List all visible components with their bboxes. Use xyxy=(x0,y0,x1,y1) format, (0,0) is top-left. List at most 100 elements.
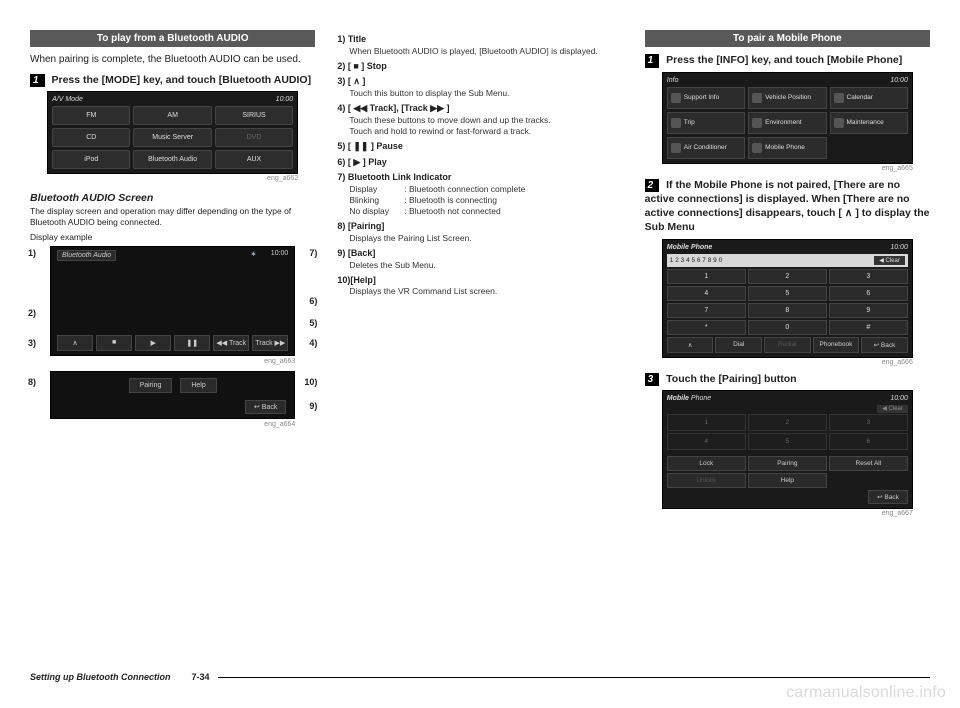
callout: 8) xyxy=(28,377,36,387)
keypad-key: # xyxy=(829,320,908,335)
phone-slot: 3 xyxy=(829,414,908,431)
info-button: Vehicle Position xyxy=(748,87,826,109)
callout: 3) xyxy=(28,338,36,348)
player-control: ◀◀ Track xyxy=(213,335,249,351)
keypad-key: 1 xyxy=(667,269,746,284)
mode-button: Bluetooth Audio xyxy=(133,150,211,169)
mode-button: CD xyxy=(52,128,130,147)
phone-action: Reset All xyxy=(829,456,908,471)
list-term: 2) [ ■ ] Stop xyxy=(337,61,622,73)
step-3: 3 Touch the [Pairing] button xyxy=(645,372,930,387)
list-pair: No display: Bluetooth not connected xyxy=(349,206,622,217)
list-term: 3) [ ∧ ] xyxy=(337,76,622,88)
callout: 4) xyxy=(309,338,317,348)
screen-title: Mobile Phone xyxy=(667,395,711,402)
step-text: Press the [INFO] key, and touch [Mobile … xyxy=(666,54,902,66)
step-number-badge: 2 xyxy=(645,179,660,193)
player-figure-2: 8) 10) 9) Pairing Help ↩ Back xyxy=(30,371,315,419)
subheading-desc: The display screen and operation may dif… xyxy=(30,206,315,228)
list-term: 7) Bluetooth Link Indicator xyxy=(337,172,622,184)
player-control: Track ▶▶ xyxy=(252,335,288,351)
player-screenshot: Bluetooth Audio ∗ 10:00 ∧■▶❚❚◀◀ TrackTra… xyxy=(50,246,295,356)
keypad-action: Dial xyxy=(715,337,762,353)
section-heading: To pair a Mobile Phone xyxy=(645,30,930,47)
keypad-key: 5 xyxy=(748,286,827,301)
image-caption: eng_a667 xyxy=(662,510,913,517)
screen-clock: 10:00 xyxy=(276,96,294,103)
screen-title: Info xyxy=(667,77,679,84)
info-screenshot: Info 10:00 Support InfoVehicle PositionC… xyxy=(662,72,913,164)
mode-button: AM xyxy=(133,106,211,125)
keypad-key: 4 xyxy=(667,286,746,301)
back-button: ↩ Back xyxy=(868,490,908,504)
footer-rule xyxy=(218,677,930,678)
mode-button: DVD xyxy=(215,128,293,147)
column-1: To play from a Bluetooth AUDIO When pair… xyxy=(30,30,315,523)
page-footer: Setting up Bluetooth Connection 7-34 xyxy=(30,672,930,682)
callout: 7) xyxy=(309,248,317,258)
step-number-badge: 1 xyxy=(30,74,45,88)
info-button: Air Conditioner xyxy=(667,137,745,159)
info-button: Calendar xyxy=(830,87,908,109)
step-text: Touch the [Pairing] button xyxy=(666,373,796,385)
mode-button: FM xyxy=(52,106,130,125)
phone-slot: 5 xyxy=(748,433,827,450)
phone-slot: 1 xyxy=(667,414,746,431)
list-pair: Display: Bluetooth connection complete xyxy=(349,184,622,195)
screen-title: Mobile Phone xyxy=(667,244,713,251)
clear-button: ◀ Clear xyxy=(877,405,908,413)
column-2: 1) TitleWhen Bluetooth AUDIO is played, … xyxy=(337,30,622,523)
callout: 6) xyxy=(309,296,317,306)
screen-clock: 10:00 xyxy=(890,244,908,251)
keypad-key: 7 xyxy=(667,303,746,318)
step-number-badge: 1 xyxy=(645,54,660,68)
list-desc: When Bluetooth AUDIO is played, [Bluetoo… xyxy=(349,46,622,57)
mode-button: AUX xyxy=(215,150,293,169)
keypad-key: 8 xyxy=(748,303,827,318)
intro-text: When pairing is complete, the Bluetooth … xyxy=(30,53,315,67)
info-button: Mobile Phone xyxy=(748,137,826,159)
mode-button: iPod xyxy=(52,150,130,169)
keypad-key: 6 xyxy=(829,286,908,301)
list-term: 5) [ ❚❚ ] Pause xyxy=(337,141,622,153)
player-control: ▶ xyxy=(135,335,171,351)
player-figure-1: 1) 2) 3) 7) 6) 5) 4) Bluetooth Audio ∗ 1… xyxy=(30,246,315,356)
info-button: Support Info xyxy=(667,87,745,109)
screen-title: A/V Mode xyxy=(52,96,83,103)
image-caption: eng_a666 xyxy=(662,359,913,366)
player-control: ■ xyxy=(96,335,132,351)
callout: 2) xyxy=(28,308,36,318)
player-control: ∧ xyxy=(57,335,93,351)
list-desc: Touch these buttons to move down and up … xyxy=(349,115,622,126)
column-3: To pair a Mobile Phone 1 Press the [INFO… xyxy=(645,30,930,523)
keypad-action: Phonebook xyxy=(813,337,860,353)
list-term: 10)[Help] xyxy=(337,275,622,287)
pairing-button: Pairing xyxy=(129,378,173,393)
clear-button: ◀ Clear xyxy=(874,256,905,265)
image-caption: eng_a664 xyxy=(30,421,295,428)
list-term: 1) Title xyxy=(337,34,622,46)
callout: 9) xyxy=(309,401,317,411)
step-1: 1 Press the [INFO] key, and touch [Mobil… xyxy=(645,53,930,68)
page: To play from a Bluetooth AUDIO When pair… xyxy=(0,0,960,573)
step-number-badge: 3 xyxy=(645,373,660,387)
info-button: Environment xyxy=(748,112,826,134)
callout: 5) xyxy=(309,318,317,328)
list-desc: Displays the VR Command List screen. xyxy=(349,286,622,297)
step-1: 1 Press the [MODE] key, and touch [Bluet… xyxy=(30,73,315,88)
image-caption: eng_a665 xyxy=(662,165,913,172)
callout: 1) xyxy=(28,248,36,258)
keypad-key: * xyxy=(667,320,746,335)
mode-button: SIRIUS xyxy=(215,106,293,125)
section-heading: To play from a Bluetooth AUDIO xyxy=(30,30,315,47)
display-example-label: Display example xyxy=(30,232,315,242)
keypad-key: 0 xyxy=(748,320,827,335)
bluetooth-icon: ∗ xyxy=(250,250,256,258)
list-term: 4) [ ◀◀ Track], [Track ▶▶ ] xyxy=(337,103,622,115)
footer-section: Setting up Bluetooth Connection xyxy=(30,672,170,682)
image-caption: eng_a663 xyxy=(30,358,295,365)
list-term: 6) [ ▶ ] Play xyxy=(337,157,622,169)
phone-slot: 6 xyxy=(829,433,908,450)
player-title: Bluetooth Audio xyxy=(57,250,116,261)
phone-slot: 4 xyxy=(667,433,746,450)
